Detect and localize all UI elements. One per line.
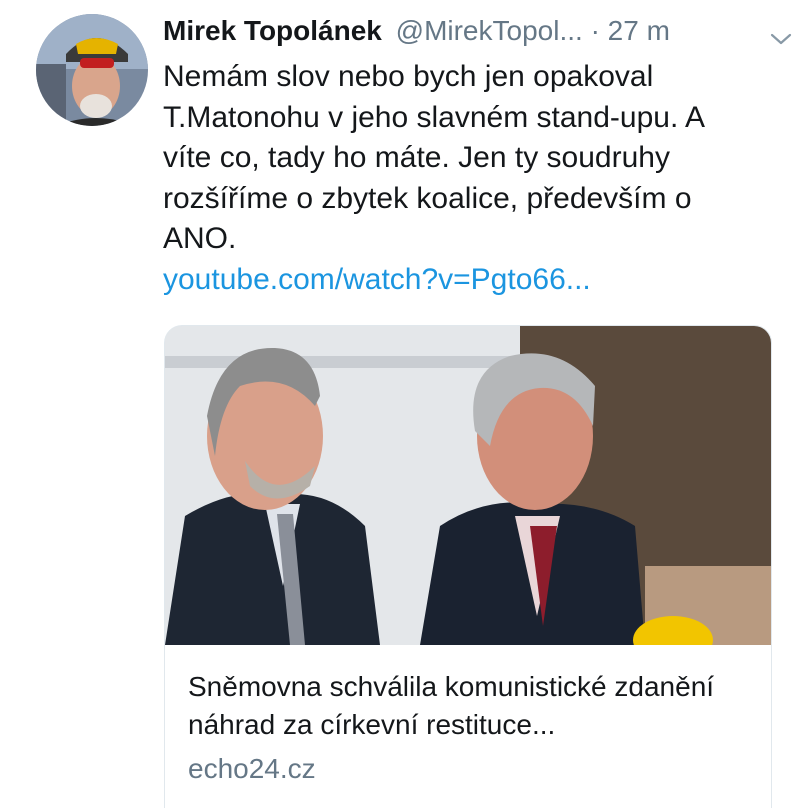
tweet-header: Mirek Topolánek @MirekTopol... · 27 m [163, 10, 793, 52]
link-preview-card[interactable]: Sněmovna schválila komunistické zdanění … [164, 325, 772, 808]
card-domain: echo24.cz [188, 753, 316, 784]
author-handle[interactable]: @MirekTopol... [396, 15, 583, 46]
card-title: Sněmovna schválila komunistické zdanění … [188, 671, 715, 740]
avatar[interactable] [36, 14, 148, 126]
tweet-text: Nemám slov nebo bych jen opakoval T.Mato… [163, 60, 705, 255]
card-image[interactable] [165, 326, 771, 645]
author-name[interactable]: Mirek Topolánek [163, 15, 382, 46]
separator-dot: · [590, 15, 600, 46]
avatar-photo [36, 14, 148, 126]
chevron-down-icon[interactable] [769, 20, 793, 45]
tweet-link[interactable]: youtube.com/watch?v=Pgto66... [163, 259, 591, 301]
tweet-timestamp[interactable]: 27 m [608, 15, 670, 46]
